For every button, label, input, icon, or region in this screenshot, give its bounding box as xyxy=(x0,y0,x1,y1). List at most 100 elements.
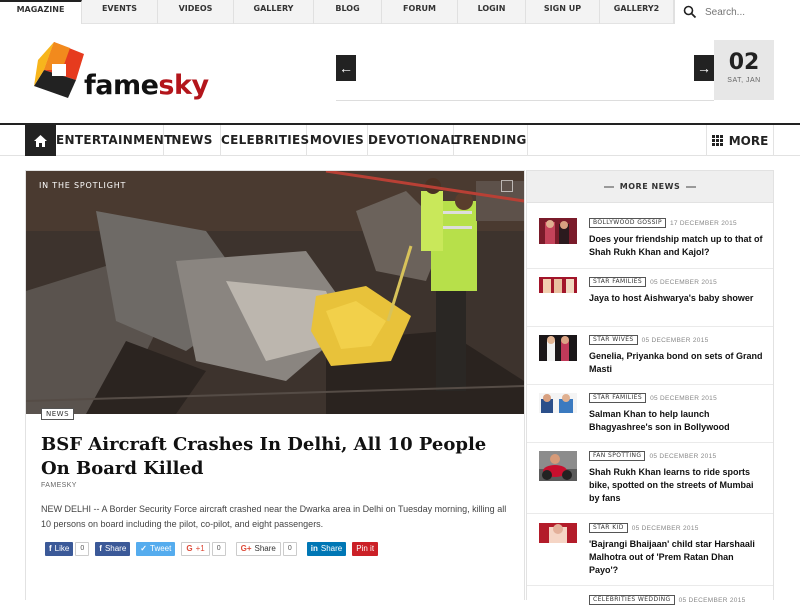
crash-scene-photo xyxy=(26,171,524,414)
news-category-badge[interactable]: FAN SPOTTING xyxy=(589,451,646,461)
news-category-badge[interactable]: STAR FAMILIES xyxy=(589,277,647,287)
top-nav-blog[interactable]: BLOG xyxy=(314,0,382,24)
nav-celebrities[interactable]: CELEBRITIES xyxy=(221,125,309,156)
linkedin-share-label: Share xyxy=(320,544,343,553)
nav-more-button[interactable]: MORE xyxy=(706,125,774,156)
logo-mark-icon xyxy=(34,42,84,98)
google-plus-one-label: +1 xyxy=(195,544,205,553)
top-nav-videos[interactable]: VIDEOS xyxy=(158,0,234,24)
google-share-button[interactable]: G+ Share xyxy=(235,542,281,556)
top-nav: MAGAZINE EVENTS VIDEOS GALLERY BLOG FORU… xyxy=(0,0,674,24)
search-input[interactable] xyxy=(705,6,795,18)
news-title[interactable]: Salman Khan to help launch Bhagyashree's… xyxy=(589,408,764,434)
nav-devotional[interactable]: DEVOTIONAL xyxy=(368,125,458,156)
top-nav-gallery2[interactable]: GALLERY2 xyxy=(600,0,674,24)
linkedin-share-button[interactable]: in Share xyxy=(306,542,347,556)
news-title[interactable]: Jaya to host Aishwarya's baby shower xyxy=(589,292,764,305)
news-category-badge[interactable]: BOLLYWOOD GOSSIP xyxy=(589,218,666,228)
news-category-badge[interactable]: STAR WIVES xyxy=(589,335,638,345)
facebook-icon: f xyxy=(99,544,102,553)
news-category-badge[interactable]: STAR FAMILIES xyxy=(589,393,647,403)
logo-fame: fame xyxy=(84,70,159,101)
linkedin-icon: in xyxy=(310,544,318,553)
facebook-share-label: Share xyxy=(104,544,127,553)
top-nav-signup[interactable]: SIGN UP xyxy=(526,0,600,24)
more-news-heading: MORE NEWS xyxy=(527,171,773,203)
arrow-right-icon: → xyxy=(697,60,711,76)
google-plus-icon: G+ xyxy=(240,544,252,553)
date-box: 02 SAT, JAN xyxy=(714,40,774,100)
featured-category-badge[interactable]: NEWS xyxy=(41,408,75,420)
nav-entertainment[interactable]: ENTERTAINMENT xyxy=(56,125,172,156)
home-button[interactable] xyxy=(25,125,56,156)
nav-more-label: MORE xyxy=(728,133,769,148)
tweet-label: Tweet xyxy=(150,544,172,553)
news-title[interactable]: Shah Rukh Khan learns to ride sports bik… xyxy=(589,466,764,505)
news-thumbnail[interactable] xyxy=(539,451,577,481)
logo-sky: sky xyxy=(158,70,209,101)
news-date: 05 DECEMBER 2015 xyxy=(641,336,709,344)
news-date: 05 DECEMBER 2015 xyxy=(650,278,718,286)
nav-news[interactable]: NEWS xyxy=(164,125,221,156)
news-date: 05 DECEMBER 2015 xyxy=(631,524,699,532)
top-bar: MAGAZINE EVENTS VIDEOS GALLERY BLOG FORU… xyxy=(0,0,800,24)
ticker-prev-button[interactable]: ← xyxy=(336,55,356,81)
news-date: 05 DECEMBER 2015 xyxy=(649,452,717,460)
featured-image[interactable]: IN THE SPOTLIGHT xyxy=(26,171,524,414)
arrow-left-icon: ← xyxy=(339,60,353,76)
featured-article: IN THE SPOTLIGHT NEWS BSF Aircraft Crash… xyxy=(25,170,525,600)
google-plus-one-count: 0 xyxy=(211,542,226,556)
facebook-like-label: Like xyxy=(54,544,70,553)
top-nav-gallery[interactable]: GALLERY xyxy=(234,0,314,24)
facebook-share-button[interactable]: f Share xyxy=(95,542,131,556)
news-thumbnail[interactable] xyxy=(539,595,577,601)
news-date: 05 DECEMBER 2015 xyxy=(678,596,746,604)
date-weekday: SAT, JAN xyxy=(727,77,761,84)
nav-trending[interactable]: TRENDING xyxy=(454,125,528,156)
featured-title[interactable]: BSF Aircraft Crashes In Delhi, All 10 Pe… xyxy=(41,433,501,481)
logo-wordmark: famesky xyxy=(84,70,209,101)
facebook-like-count: 0 xyxy=(75,542,90,556)
google-share-count: 0 xyxy=(282,542,297,556)
news-category-badge[interactable]: STAR KID xyxy=(589,523,628,533)
gallery-icon xyxy=(501,180,513,192)
top-nav-forum[interactable]: FORUM xyxy=(382,0,458,24)
home-icon xyxy=(34,134,47,147)
main-nav: ENTERTAINMENT NEWS CELEBRITIES MOVIES DE… xyxy=(0,123,800,156)
news-thumbnail[interactable] xyxy=(539,218,577,244)
spotlight-label: IN THE SPOTLIGHT xyxy=(39,181,127,190)
ticker-next-button[interactable]: → xyxy=(694,55,714,81)
top-nav-magazine[interactable]: MAGAZINE xyxy=(0,0,82,24)
more-news-panel: MORE NEWS BOLLYWOOD GOSSIP 17 DECEMBER 20… xyxy=(526,170,774,605)
news-category-badge[interactable]: CELEBRITIES WEDDING xyxy=(589,595,675,605)
grid-icon xyxy=(711,135,723,146)
twitter-icon: ✓ xyxy=(140,544,147,553)
facebook-like-button[interactable]: f Like xyxy=(45,542,74,556)
search-icon[interactable] xyxy=(683,5,697,19)
top-search xyxy=(674,0,800,24)
tweet-button[interactable]: ✓ Tweet xyxy=(136,542,176,556)
news-title[interactable]: Does your friendship match up to that of… xyxy=(589,233,764,259)
news-ticker: ← → xyxy=(336,55,714,101)
google-plus-icon: G xyxy=(186,544,193,553)
news-thumbnail[interactable] xyxy=(539,335,577,361)
news-thumbnail[interactable] xyxy=(539,523,577,543)
news-date: 05 DECEMBER 2015 xyxy=(650,394,718,402)
news-title[interactable]: 'Bajrangi Bhaijaan' child star Harshaali… xyxy=(589,538,764,577)
date-day: 02 xyxy=(728,50,760,75)
featured-excerpt: NEW DELHI -- A Border Security Force air… xyxy=(41,504,507,529)
news-title[interactable]: Genelia, Priyanka bond on sets of Grand … xyxy=(589,350,764,376)
pinterest-button[interactable]: Pin it xyxy=(352,542,379,556)
featured-author[interactable]: FAMESKY xyxy=(41,482,77,489)
share-bar: f Like 0 f Share ✓ Tweet G +1 0 G+ Share 0 in… xyxy=(45,542,379,556)
more-news-heading-text: MORE NEWS xyxy=(619,182,681,191)
top-nav-events[interactable]: EVENTS xyxy=(82,0,158,24)
top-nav-login[interactable]: LOGIN xyxy=(458,0,526,24)
google-plus-one-button[interactable]: G +1 xyxy=(181,542,210,556)
news-thumbnail[interactable] xyxy=(539,393,577,413)
news-thumbnail[interactable] xyxy=(539,277,577,293)
site-logo[interactable]: famesky xyxy=(32,40,209,105)
facebook-icon: f xyxy=(49,544,52,553)
main-nav-items: ENTERTAINMENT NEWS CELEBRITIES MOVIES DE… xyxy=(56,125,528,156)
nav-movies[interactable]: MOVIES xyxy=(307,125,368,156)
